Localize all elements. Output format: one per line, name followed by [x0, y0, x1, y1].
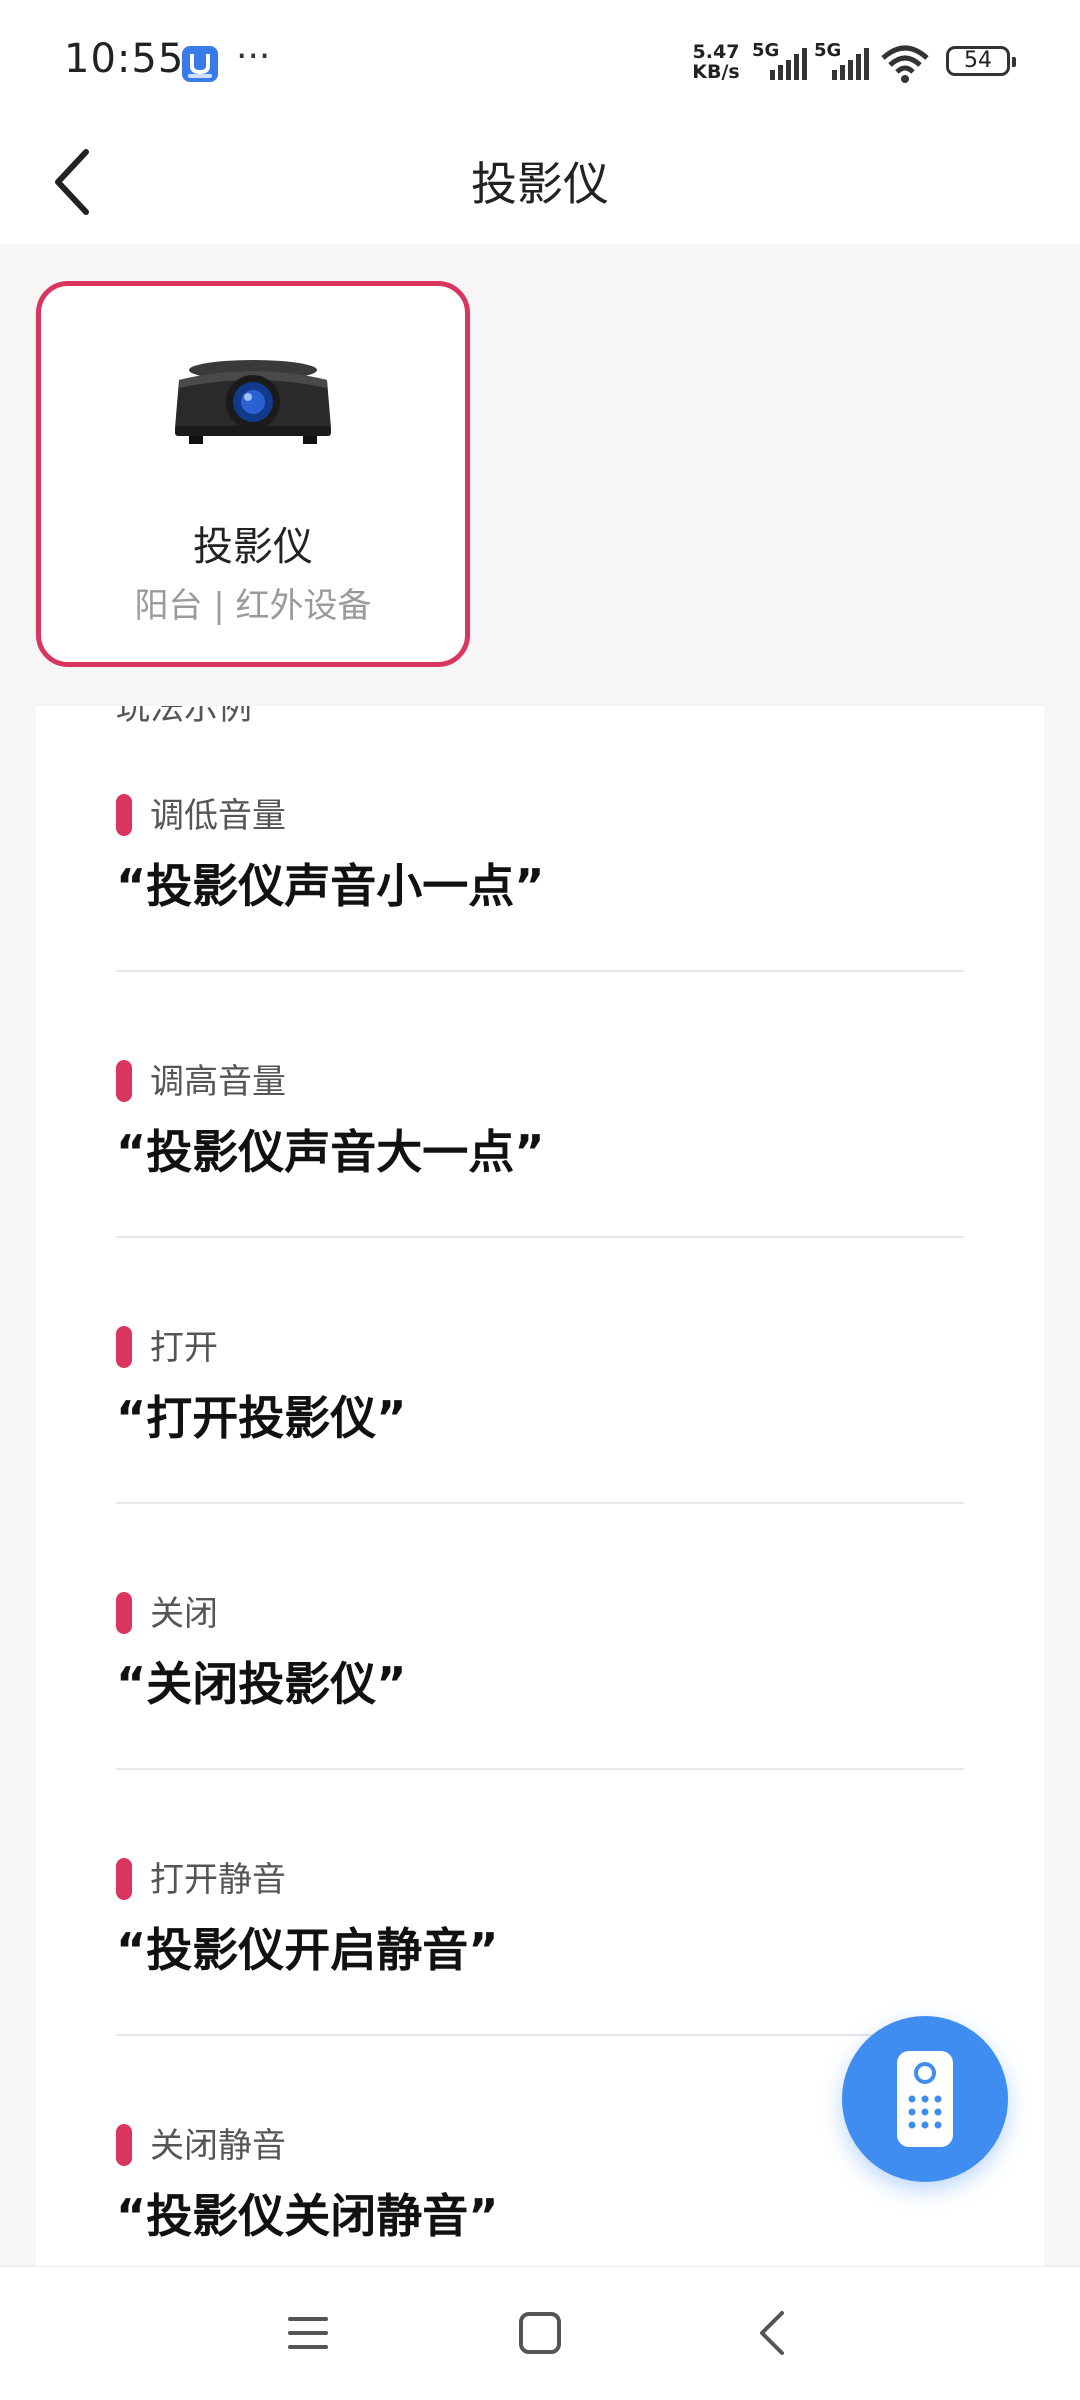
accent-bar: [116, 1060, 132, 1102]
command-label: 关闭: [150, 1594, 218, 1634]
screen: 10:55 ··· 5.47 KB/s 5G 5G 54 投影仪 投影仪 阳台 …: [0, 0, 1080, 2400]
remote-control-button[interactable]: [842, 2016, 1008, 2182]
status-time: 10:55: [64, 36, 185, 82]
command-phrase: “投影仪关闭静音”: [116, 2189, 499, 2243]
command-item: 打开静音 “投影仪开启静音”: [116, 1770, 964, 2036]
device-subtitle: 阳台 | 红外设备: [134, 586, 372, 626]
signal-bars-icon: [770, 48, 807, 80]
command-item: 调高音量 “投影仪声音大一点”: [116, 972, 964, 1238]
command-phrase: “打开投影仪”: [116, 1391, 407, 1445]
command-phrase: “投影仪开启静音”: [116, 1923, 499, 1977]
signal-sim2: 5G: [814, 40, 870, 82]
command-label: 调低音量: [150, 796, 286, 836]
net-speed: 5.47 KB/s: [686, 42, 746, 82]
home-square-icon[interactable]: [518, 2311, 562, 2355]
command-phrase: “投影仪声音大一点”: [116, 1125, 545, 1179]
command-item: 调低音量 “投影仪声音小一点”: [116, 706, 964, 972]
system-nav-bar: [0, 2266, 1080, 2400]
net-speed-value: 5.47: [692, 41, 740, 63]
signal-bars-icon: [832, 48, 869, 80]
device-card-projector[interactable]: 投影仪 阳台 | 红外设备: [36, 281, 470, 667]
accent-bar: [116, 794, 132, 836]
accent-bar: [116, 1858, 132, 1900]
command-phrase: “关闭投影仪”: [116, 1657, 407, 1711]
command-item: 打开 “打开投影仪”: [116, 1238, 964, 1504]
command-phrase: “投影仪声音小一点”: [116, 859, 545, 913]
status-more-icon: ···: [236, 36, 271, 77]
device-name: 投影仪: [193, 524, 313, 570]
projector-icon: [175, 360, 331, 444]
accent-bar: [116, 2124, 132, 2166]
command-label: 调高音量: [150, 1062, 286, 1102]
wifi-icon: [881, 45, 929, 83]
remote-control-icon: [897, 2051, 953, 2147]
accent-bar: [116, 1326, 132, 1368]
menu-icon[interactable]: [286, 2313, 330, 2353]
command-item: 关闭静音 “投影仪关闭静音”: [116, 2036, 964, 2266]
app-badge-icon: [182, 46, 218, 82]
command-item: 关闭 “关闭投影仪”: [116, 1504, 964, 1770]
command-label: 打开: [150, 1328, 218, 1368]
battery-icon: 54: [946, 46, 1016, 76]
accent-bar: [116, 1592, 132, 1634]
back-triangle-icon[interactable]: [756, 2309, 786, 2357]
command-label: 关闭静音: [150, 2126, 286, 2166]
signal-sim1: 5G: [752, 40, 808, 82]
command-label: 打开静音: [150, 1860, 286, 1900]
net-speed-unit: KB/s: [692, 61, 740, 83]
status-bar: 10:55 ··· 5.47 KB/s 5G 5G 54: [0, 0, 1080, 120]
top-app-bar: 投影仪: [0, 120, 1080, 244]
page-title: 投影仪: [471, 157, 609, 211]
